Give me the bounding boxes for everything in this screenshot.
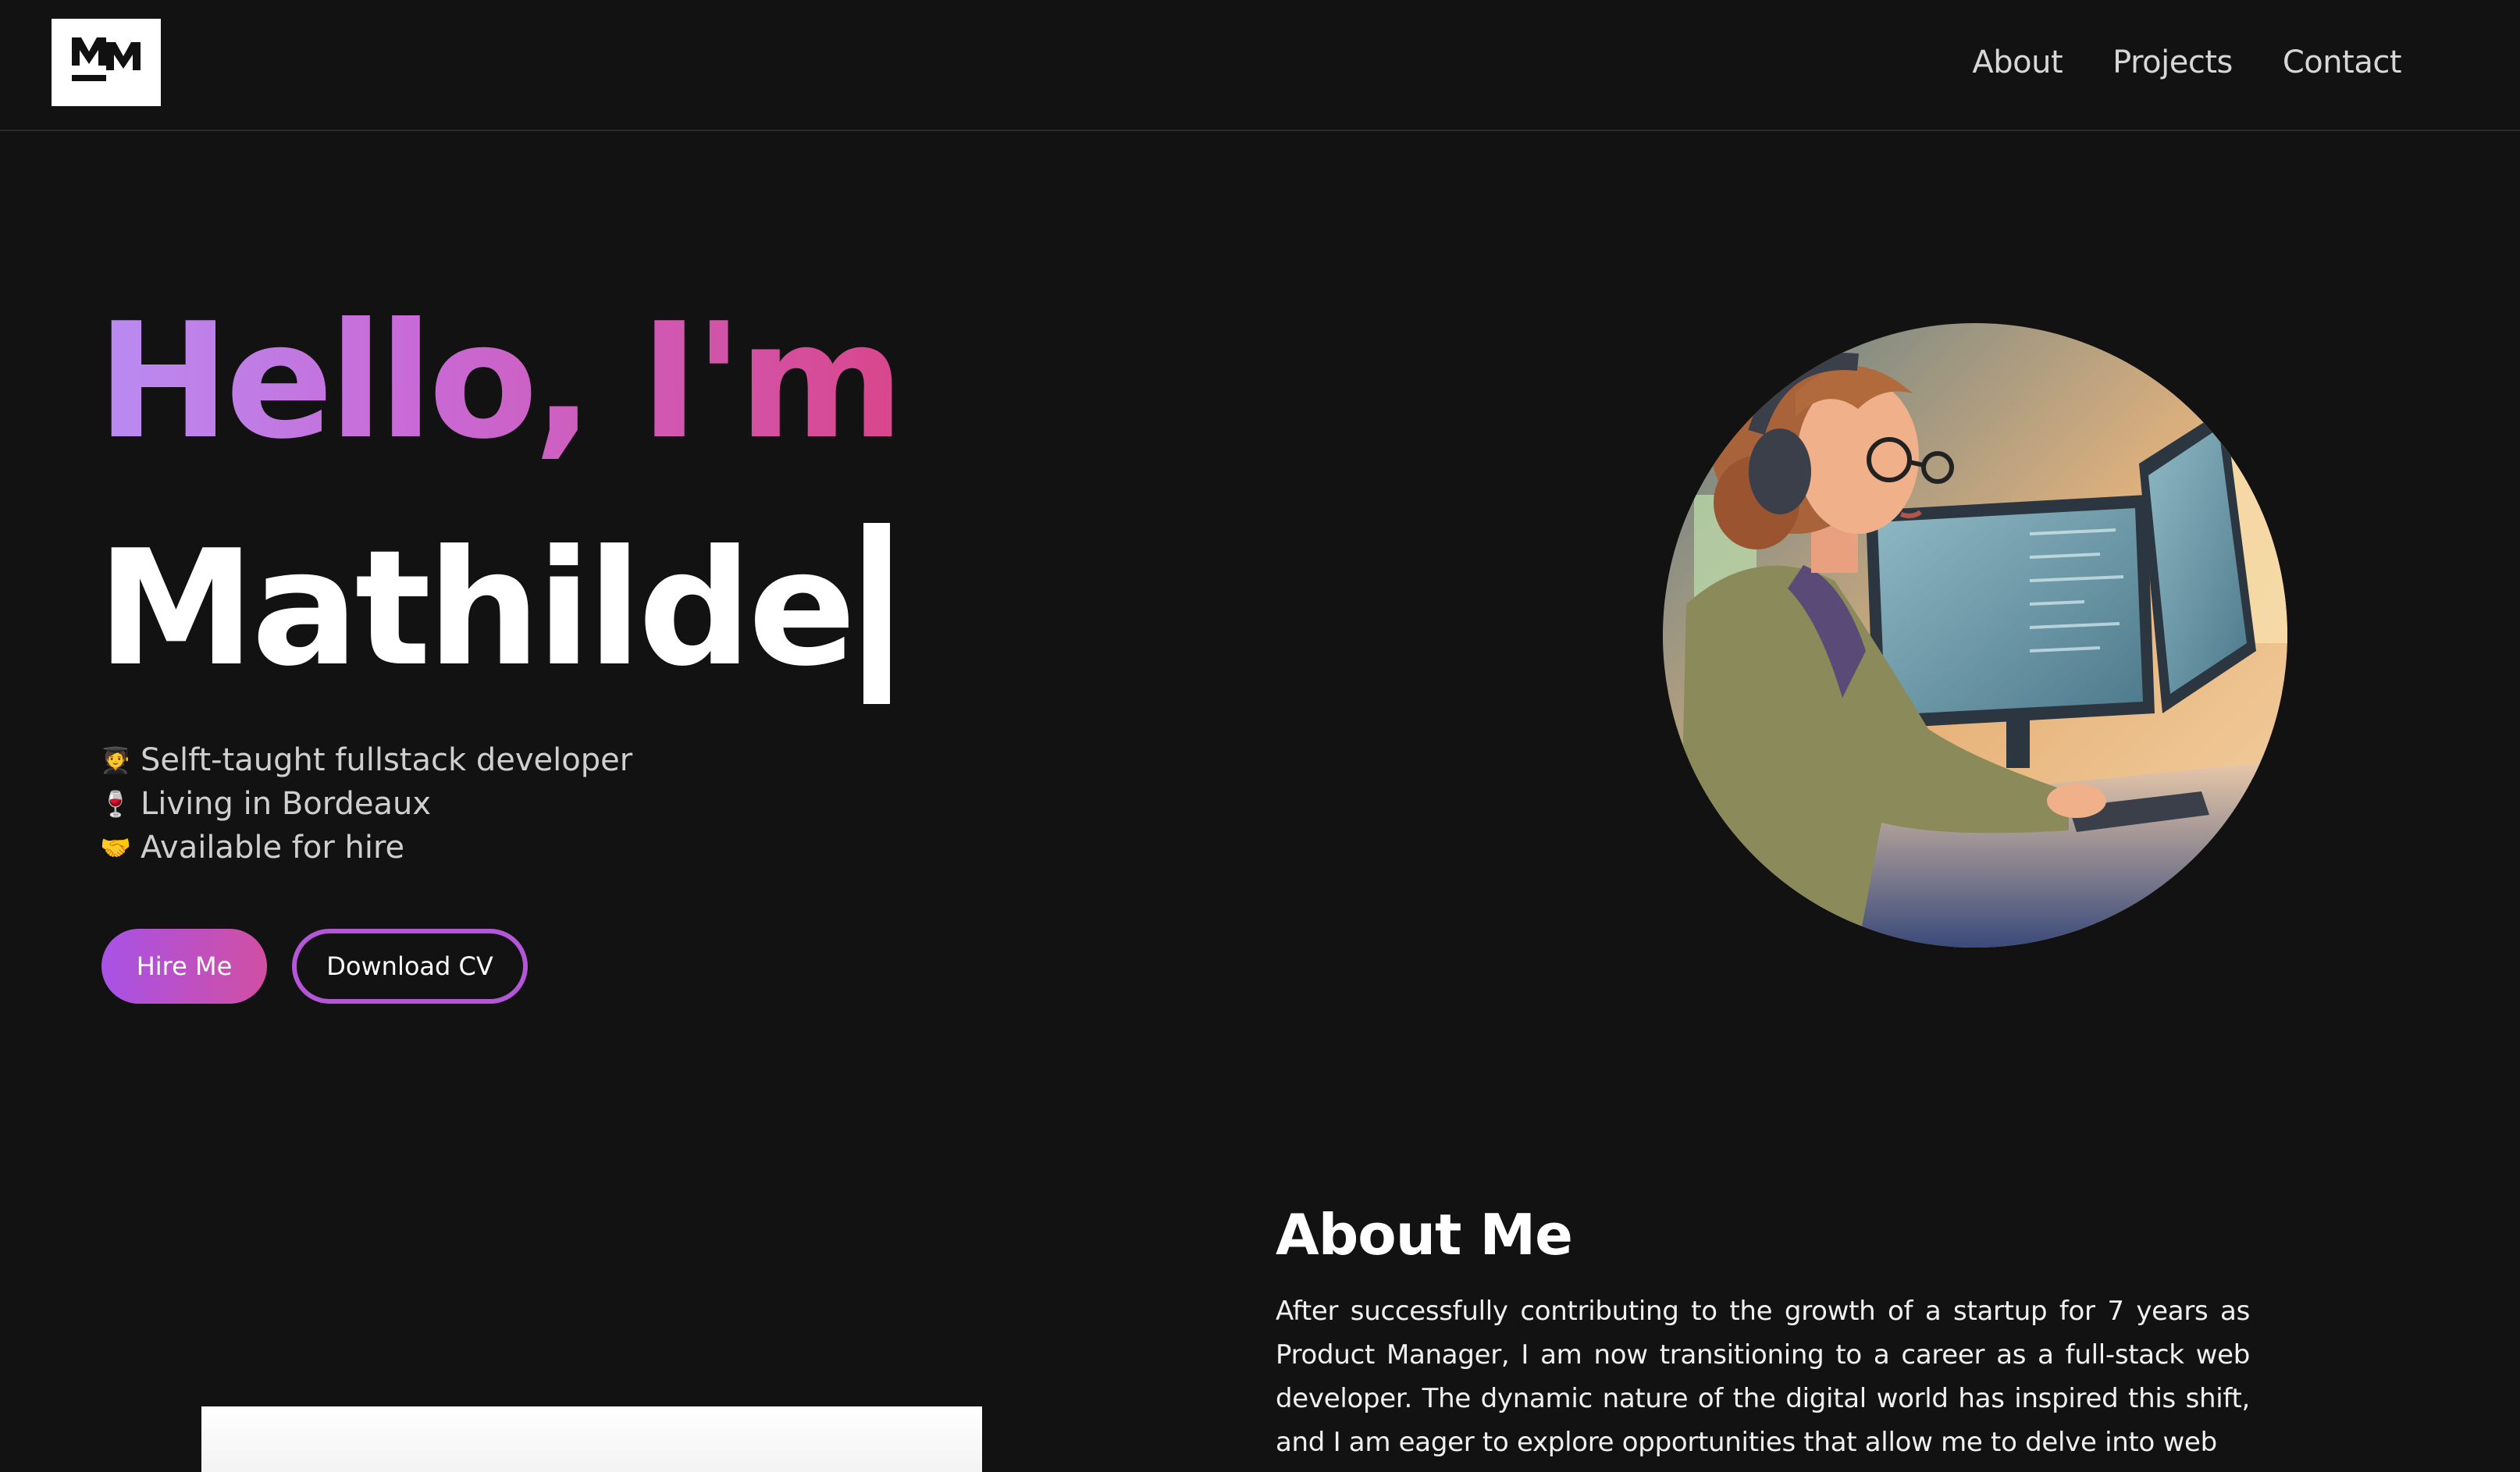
logo[interactable] <box>52 19 161 106</box>
nav-contact[interactable]: Contact <box>2283 39 2402 86</box>
fact-item: 🧑‍🎓 Selft-taught fullstack developer <box>100 738 632 782</box>
about-image <box>201 1406 982 1472</box>
about-text: After successfully contributing to the g… <box>1276 1296 2250 1458</box>
typing-cursor <box>863 523 890 704</box>
hero-greeting: Hello, I'm <box>97 290 905 475</box>
mm-logo-icon <box>72 37 141 81</box>
hire-me-button[interactable]: Hire Me <box>101 929 267 1004</box>
hero-facts: 🧑‍🎓 Selft-taught fullstack developer 🍷 L… <box>100 738 632 869</box>
main-nav: About Projects Contact <box>1922 39 2401 86</box>
fact-text: Selft-taught fullstack developer <box>141 742 633 778</box>
fact-text: Living in Bordeaux <box>141 786 432 822</box>
hero-name-text: Mathilde <box>97 517 856 702</box>
nav-projects[interactable]: Projects <box>2112 39 2233 86</box>
fact-text: Available for hire <box>141 830 405 866</box>
fact-item: 🍷 Living in Bordeaux <box>100 782 632 826</box>
avatar <box>1663 323 2287 948</box>
student-icon: 🧑‍🎓 <box>100 745 131 775</box>
hero-name: Mathilde <box>97 515 890 704</box>
developer-illustration <box>1663 323 2287 948</box>
site-header: About Projects Contact <box>0 0 2520 131</box>
handshake-icon: 🤝 <box>100 833 131 862</box>
download-cv-button[interactable]: Download CV <box>292 929 528 1004</box>
nav-about[interactable]: About <box>1972 39 2063 86</box>
about-title: About Me <box>1276 1202 1573 1268</box>
fact-item: 🤝 Available for hire <box>100 826 632 869</box>
wine-glass-icon: 🍷 <box>100 789 131 819</box>
